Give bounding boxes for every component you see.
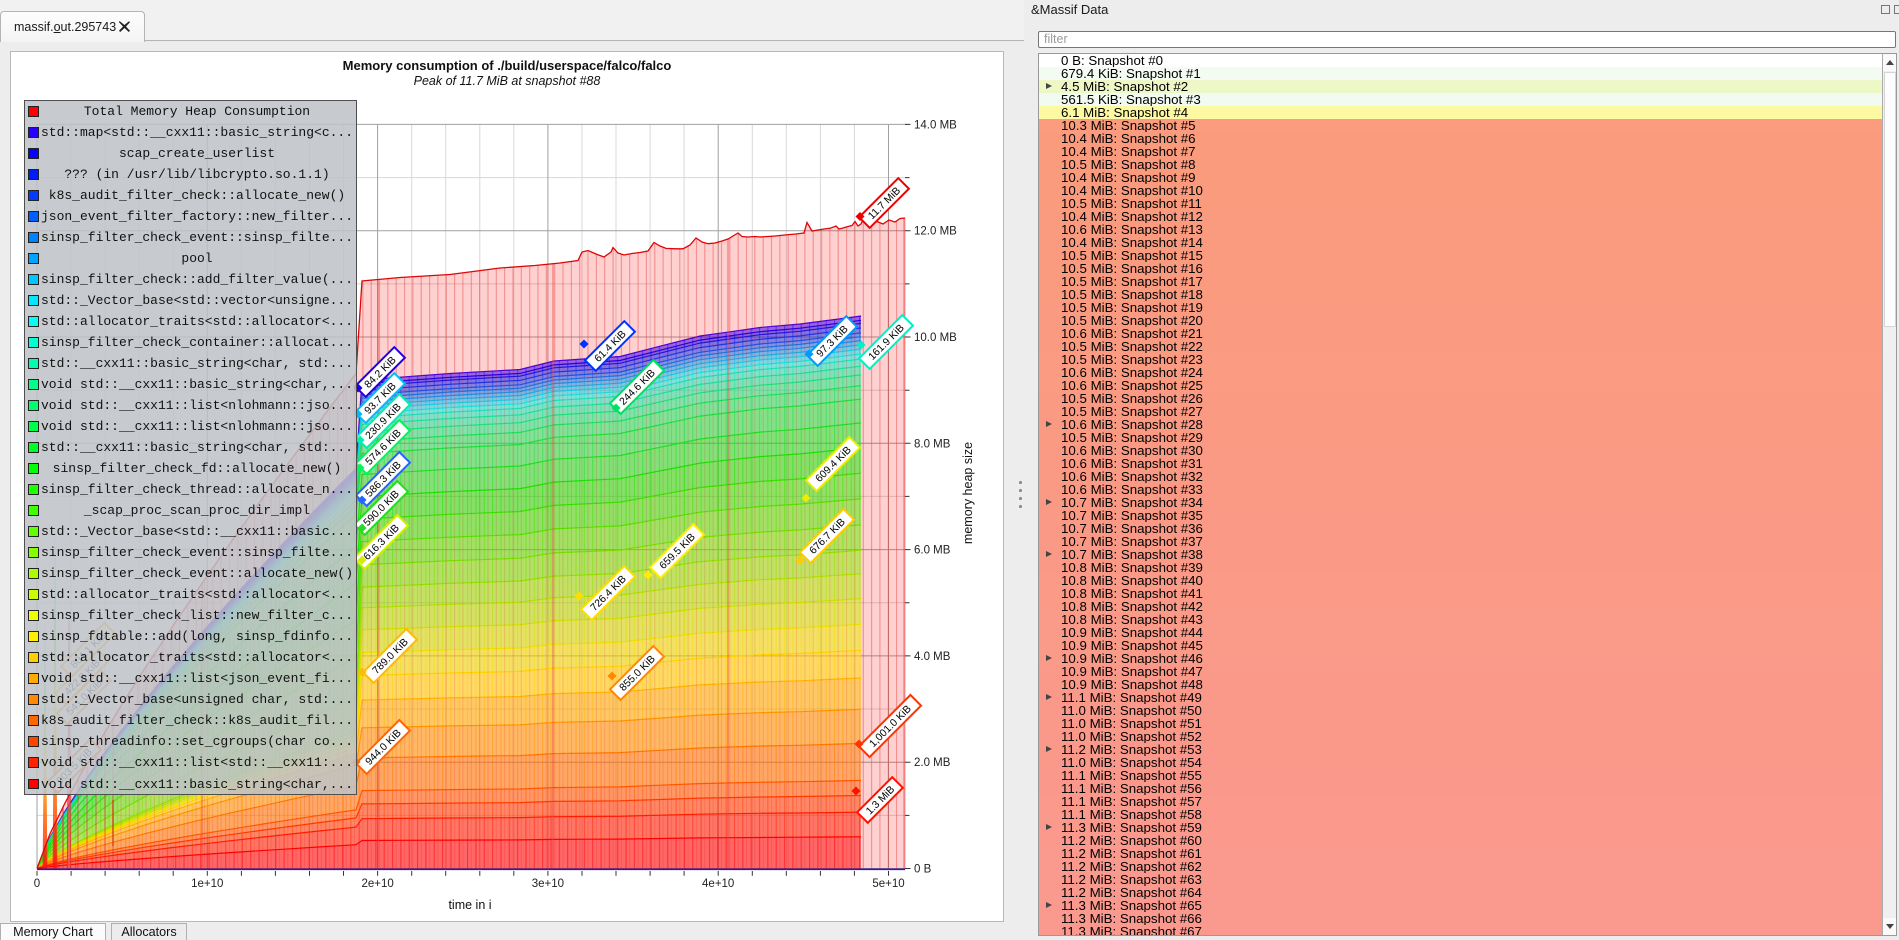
svg-text:726.4 KiB: 726.4 KiB <box>588 573 629 614</box>
svg-text:944.0 KiB: 944.0 KiB <box>363 727 404 768</box>
svg-text:11.7 MiB: 11.7 MiB <box>866 185 903 222</box>
svg-text:789.0 KiB: 789.0 KiB <box>370 636 411 677</box>
svg-text:659.5 KiB: 659.5 KiB <box>657 531 698 572</box>
svg-text:609.4 KiB: 609.4 KiB <box>813 444 854 485</box>
svg-text:855.0 KiB: 855.0 KiB <box>617 653 658 694</box>
svg-text:676.7 KiB: 676.7 KiB <box>807 516 848 557</box>
svg-text:161.9 KiB: 161.9 KiB <box>866 322 907 363</box>
svg-text:1,001.0 KiB: 1,001.0 KiB <box>867 703 914 750</box>
svg-text:244.6 KiB: 244.6 KiB <box>617 367 658 408</box>
